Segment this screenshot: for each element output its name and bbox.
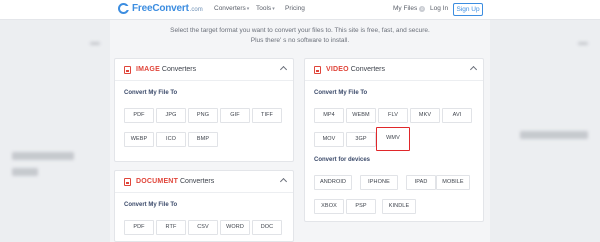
format-button-word[interactable]: WORD	[220, 220, 250, 235]
image-section-label: Convert My File To	[124, 90, 178, 96]
nav-login[interactable]: Log In	[430, 5, 448, 12]
format-button-ico[interactable]: ICO	[156, 132, 186, 147]
document-section-label: Convert My File To	[124, 202, 178, 208]
nav-my-files[interactable]: My Files 0	[393, 5, 426, 12]
format-button-rtf[interactable]: RTF	[156, 220, 186, 235]
device-button-ipad[interactable]: IPAD	[406, 175, 436, 190]
format-button-gif[interactable]: GIF	[220, 108, 250, 123]
device-button-kindle[interactable]: KINDLE	[382, 199, 416, 214]
document-converters-card: DOCUMENT Converters Convert My File To P…	[114, 170, 294, 242]
document-card-header[interactable]: DOCUMENT Converters	[115, 171, 293, 193]
format-button-3gp[interactable]: 3GP	[346, 132, 376, 147]
left-ad-area	[0, 20, 110, 242]
image-card-title: IMAGE Converters	[136, 66, 197, 73]
nav-tools[interactable]: Tools ▾	[256, 5, 275, 12]
sign-up-button[interactable]: Sign Up	[453, 3, 483, 16]
video-card-header[interactable]: VIDEO Converters	[305, 59, 483, 81]
my-files-count-badge: 0	[419, 5, 426, 12]
format-button-webp[interactable]: WEBP	[124, 132, 154, 147]
chevron-down-icon: ▾	[246, 5, 250, 12]
device-button-android[interactable]: ANDROID	[314, 175, 352, 190]
chevron-up-icon[interactable]	[469, 65, 478, 74]
format-button-jpg[interactable]: JPG	[156, 108, 186, 123]
logo-icon	[118, 3, 130, 14]
video-section-label: Convert My File To	[314, 90, 368, 96]
format-button-mov[interactable]: MOV	[314, 132, 344, 147]
my-files-label: My Files	[393, 5, 418, 12]
logo-text: FreeConvert	[132, 3, 189, 14]
nav-converters[interactable]: Converters ▾	[214, 5, 249, 12]
format-button-tiff[interactable]: TIFF	[252, 108, 282, 123]
format-button-png[interactable]: PNG	[188, 108, 218, 123]
format-button-webm[interactable]: WEBM	[346, 108, 376, 123]
format-button-pdf[interactable]: PDF	[124, 108, 154, 123]
chevron-up-icon[interactable]	[279, 177, 288, 186]
logo-tld: .com	[189, 7, 203, 13]
right-blurred-text	[520, 131, 588, 139]
format-button-avi[interactable]: AVI	[442, 108, 472, 123]
device-button-psp[interactable]: PSP	[346, 199, 376, 214]
format-button-mp4[interactable]: MP4	[314, 108, 344, 123]
login-label: Log In	[430, 5, 449, 12]
nav-pricing[interactable]: Pricing	[285, 5, 305, 12]
chevron-down-icon: ▾	[272, 5, 275, 12]
nav-converters-label: Converters	[214, 5, 246, 12]
format-button-wmv-selected[interactable]: WMV	[376, 127, 410, 151]
format-button-mkv[interactable]: MKV	[410, 108, 440, 123]
left-blurred-text	[12, 152, 74, 160]
nav-pricing-label: Pricing	[285, 5, 305, 12]
format-button-flv[interactable]: FLV	[378, 108, 408, 123]
device-button-mobile[interactable]: MOBILE	[436, 175, 470, 190]
devices-section-label: Convert for devices	[314, 157, 371, 163]
device-button-xbox[interactable]: XBOX	[314, 199, 344, 214]
image-file-icon	[124, 66, 131, 74]
video-card-title: VIDEO Converters	[326, 66, 385, 73]
format-button-csv[interactable]: CSV	[188, 220, 218, 235]
document-card-title: DOCUMENT Converters	[136, 178, 215, 185]
device-button-iphone[interactable]: IPHONE	[360, 175, 398, 190]
nav-tools-label: Tools	[256, 5, 272, 12]
video-converters-card: VIDEO Converters Convert My File To MP4 …	[304, 58, 484, 222]
left-blurred-text	[12, 168, 38, 176]
chevron-up-icon[interactable]	[279, 65, 288, 74]
format-button-pdf[interactable]: PDF	[124, 220, 154, 235]
left-blurred-mark	[90, 42, 100, 45]
right-blurred-mark	[578, 42, 588, 45]
freeconvert-logo[interactable]: FreeConvert .com	[118, 3, 203, 14]
video-file-icon	[314, 66, 321, 74]
format-button-bmp[interactable]: BMP	[188, 132, 218, 147]
document-file-icon	[124, 178, 131, 186]
format-button-doc[interactable]: DOC	[252, 220, 282, 235]
image-converters-card: IMAGE Converters Convert My File To PDF …	[114, 58, 294, 162]
top-nav-bar: FreeConvert .com Converters ▾ Tools ▾ Pric…	[0, 0, 600, 20]
image-card-header[interactable]: IMAGE Converters	[115, 59, 293, 81]
